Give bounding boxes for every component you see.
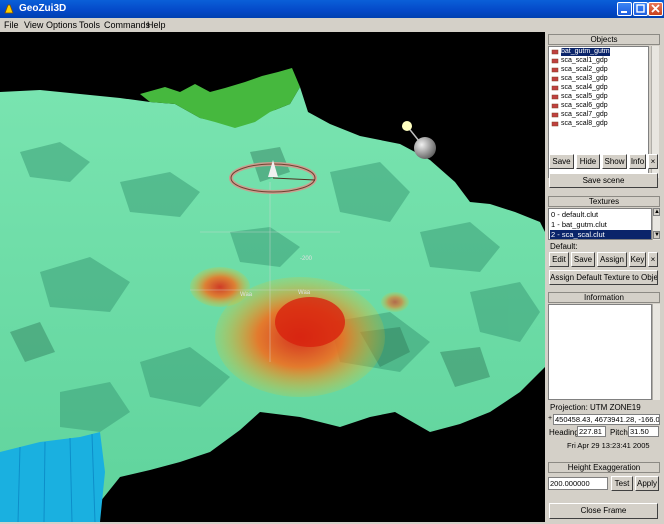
assign-default-texture-button[interactable]: Assign Default Texture to Object [549, 270, 658, 285]
object-item[interactable]: sca_scal2_gdp [561, 66, 608, 74]
information-text-area[interactable] [548, 304, 652, 400]
texture-item[interactable]: 1 - bat_gutm.clut [550, 220, 651, 229]
maximize-icon[interactable] [633, 2, 648, 16]
scene-label-1: -200 [300, 256, 313, 262]
timestamp: Fri Apr 29 13:23:41 2005 [567, 441, 650, 450]
close-icon[interactable]: × [648, 252, 658, 267]
texture-item[interactable]: 0 - default.clut [550, 210, 651, 219]
menu-view[interactable]: View [24, 20, 43, 30]
menu-file[interactable]: File [4, 20, 19, 30]
projection-label: Projection: UTM ZONE19 [550, 403, 641, 412]
object-info-button[interactable]: Info [629, 154, 646, 169]
save-scene-button[interactable]: Save scene [549, 173, 658, 188]
close-icon[interactable] [648, 2, 663, 16]
scene-label-2: Waa [240, 292, 253, 298]
scene-label-3: Waa [298, 290, 311, 296]
title-bar: GeoZui3D [0, 0, 664, 18]
coord-marker: + [548, 415, 553, 422]
height-exaggeration-input[interactable]: 200.000000 [548, 477, 608, 490]
objects-header: Objects [548, 34, 660, 45]
texture-default-label: Default: [550, 242, 578, 251]
texture-key-button[interactable]: Key [629, 252, 646, 267]
object-item[interactable]: sca_scal7_gdp [561, 111, 608, 119]
heading-label: Heading [549, 428, 579, 437]
object-item[interactable]: sca_scal6_gdp [561, 102, 608, 110]
object-item[interactable]: sca_scal8_gdp [561, 120, 608, 128]
texture-item[interactable]: 2 - sca_scal.clut [550, 230, 651, 239]
object-item[interactable]: sca_scal4_gdp [561, 84, 608, 92]
information-header: Information [548, 292, 660, 303]
control-panel: Objects bat_gutm_gutm sca_scal1_gdp sca_… [547, 32, 662, 522]
textures-scrollbar[interactable]: ▲ ▼ [652, 208, 660, 240]
height-apply-button[interactable]: Apply [635, 476, 659, 491]
textures-list[interactable]: 0 - default.clut 1 - bat_gutm.clut 2 - s… [548, 208, 652, 240]
object-hide-button[interactable]: Hide [576, 154, 600, 169]
minimize-icon[interactable] [617, 2, 632, 16]
menu-commands[interactable]: Commands [104, 20, 150, 30]
information-scrollbar[interactable] [652, 304, 660, 400]
app-icon [4, 4, 14, 14]
texture-edit-button[interactable]: Edit [549, 252, 569, 267]
3d-viewport[interactable]: -200 Waa Waa [0, 32, 545, 522]
window-title: GeoZui3D [19, 3, 67, 14]
pitch-field[interactable]: 31.50 [628, 426, 659, 437]
layer-icon [551, 49, 559, 127]
menu-help[interactable]: Help [147, 20, 166, 30]
textures-header: Textures [548, 196, 660, 207]
texture-save-button[interactable]: Save [571, 252, 595, 267]
pitch-label: Pitch [610, 428, 628, 437]
menu-bar: File View Options Tools Commands Help [0, 18, 664, 32]
terrain-scene: -200 Waa Waa [0, 68, 545, 522]
close-frame-button[interactable]: Close Frame [549, 503, 658, 519]
heading-field[interactable]: 227.81 [577, 426, 606, 437]
object-item[interactable]: sca_scal1_gdp [561, 57, 608, 65]
object-save-button[interactable]: Save [549, 154, 574, 169]
object-show-button[interactable]: Show [602, 154, 627, 169]
scroll-up-icon[interactable]: ▲ [653, 208, 660, 216]
height-exaggeration-header: Height Exaggeration [548, 462, 660, 473]
object-item[interactable]: bat_gutm_gutm [561, 48, 610, 56]
object-item[interactable]: sca_scal5_gdp [561, 93, 608, 101]
menu-tools[interactable]: Tools [79, 20, 100, 30]
object-item[interactable]: sca_scal3_gdp [561, 75, 608, 83]
texture-assign-button[interactable]: Assign [597, 252, 627, 267]
coordinates-field[interactable]: 450458.43, 4673941.28, -166.09 [553, 414, 660, 425]
scroll-down-icon[interactable]: ▼ [653, 231, 660, 239]
menu-options[interactable]: Options [46, 20, 77, 30]
close-icon[interactable]: × [648, 154, 658, 169]
height-test-button[interactable]: Test [611, 476, 633, 491]
